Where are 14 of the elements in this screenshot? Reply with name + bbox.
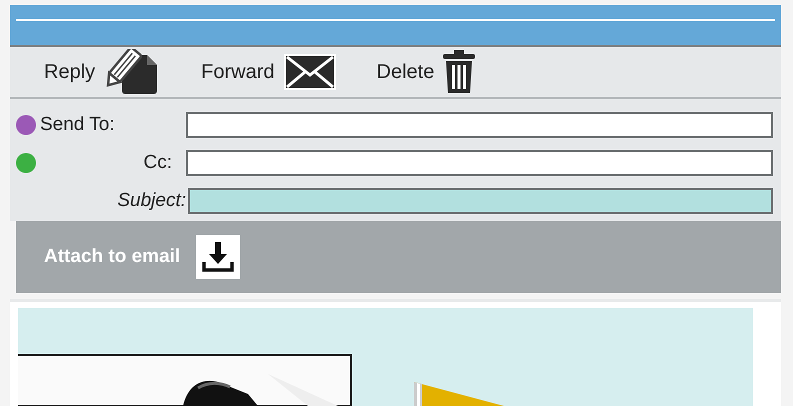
field-label: Cc: [142, 152, 173, 174]
download-icon [201, 240, 236, 274]
recipient-field[interactable] [186, 112, 773, 138]
subject-field[interactable] [188, 188, 773, 214]
field-label: Subject: [116, 190, 187, 212]
recipient-field[interactable] [186, 150, 773, 176]
field-label: Send To: [40, 114, 116, 136]
reply-button[interactable]: Reply [44, 49, 162, 95]
forward-button[interactable]: Forward [201, 53, 336, 91]
trash-icon [442, 49, 476, 95]
delete-button[interactable]: Delete [376, 49, 476, 95]
attach-button[interactable] [196, 235, 240, 279]
attach-label: Attach to email [44, 246, 180, 268]
envelope-icon [282, 53, 336, 91]
